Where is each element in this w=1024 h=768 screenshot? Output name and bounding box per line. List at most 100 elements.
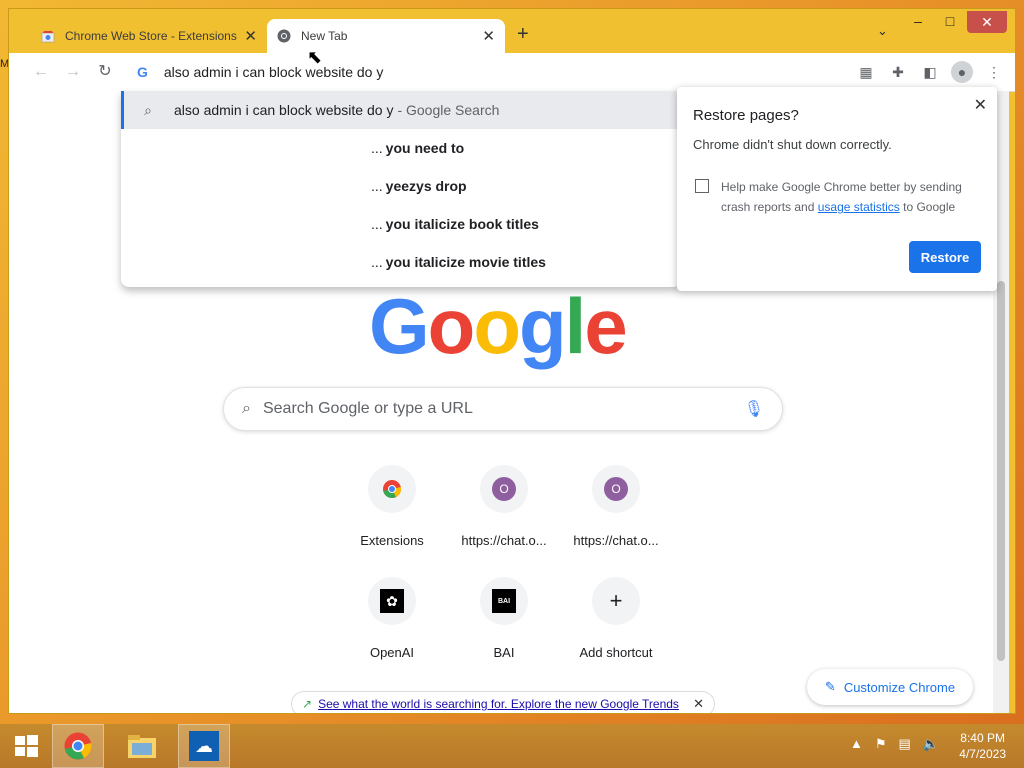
address-bar-input[interactable]: also admin i can block website do y xyxy=(164,64,383,80)
dialog-message: Chrome didn't shut down correctly. xyxy=(693,137,892,152)
logo-letter: o xyxy=(427,282,476,370)
close-window-button[interactable]: ✕ xyxy=(967,11,1007,33)
suggestion-prefix: ... xyxy=(371,140,383,156)
trends-link[interactable]: See what the world is searching for. Exp… xyxy=(318,697,683,711)
tab-chrome-web-store[interactable]: Chrome Web Store - Extensions ✕ xyxy=(31,19,267,53)
toolbar-actions: ▦ ✚ ◧ ● ⋮ xyxy=(855,61,1005,83)
more-menu-icon[interactable]: ⋮ xyxy=(983,61,1005,83)
trend-icon: ↗ xyxy=(302,697,313,711)
customize-label: Customize Chrome xyxy=(843,679,956,695)
folder-icon xyxy=(128,735,156,758)
scrollbar-thumb[interactable] xyxy=(997,281,1005,661)
logo-letter: G xyxy=(369,282,430,370)
add-shortcut-button[interactable]: + Add shortcut xyxy=(560,577,672,660)
chevron-down-icon[interactable]: ⌄ xyxy=(877,23,888,39)
profile-avatar-icon[interactable]: ● xyxy=(951,61,973,83)
tab-strip: Chrome Web Store - Extensions ✕ New Tab … xyxy=(9,9,1015,53)
reload-button[interactable]: ↻ xyxy=(95,62,115,82)
close-tab-icon[interactable]: ✕ xyxy=(244,27,257,45)
minimize-button[interactable]: – xyxy=(903,13,933,29)
search-icon: ⌕ xyxy=(144,101,152,118)
logo-letter: e xyxy=(584,282,627,370)
clock[interactable]: 8:40 PM 4/7/2023 xyxy=(959,730,1006,762)
side-panel-icon[interactable]: ◧ xyxy=(919,61,941,83)
cloud-icon: ☁ xyxy=(189,731,219,761)
suggestion-item[interactable]: ... you italicize book titles xyxy=(121,205,681,243)
chrome-web-store-icon xyxy=(41,31,55,43)
close-tab-icon[interactable]: ✕ xyxy=(482,27,495,45)
google-logo: Google xyxy=(369,281,628,372)
shortcut-chat-2[interactable]: O https://chat.o... xyxy=(560,465,672,548)
address-bar[interactable]: G also admin i can block website do y xyxy=(121,53,841,91)
tab-new-tab[interactable]: New Tab ✕ xyxy=(267,19,505,53)
plus-icon: + xyxy=(592,577,640,625)
usage-statistics-link[interactable]: usage statistics xyxy=(818,200,900,214)
flag-icon[interactable]: ⚑ xyxy=(875,736,887,752)
logo-letter: g xyxy=(518,282,567,370)
suggestion-item[interactable]: ... yeezys drop xyxy=(121,167,681,205)
maximize-button[interactable]: □ xyxy=(935,13,965,29)
close-icon[interactable]: ✕ xyxy=(693,696,704,712)
clock-time: 8:40 PM xyxy=(960,731,1005,745)
google-icon: G xyxy=(137,64,148,80)
openai-icon: ✿ xyxy=(368,577,416,625)
taskbar-chrome[interactable] xyxy=(52,724,104,768)
suggestion-item[interactable]: ... you italicize movie titles xyxy=(121,243,681,281)
taskbar: ☁ ▲ ⚑ ▤ 🔈 8:40 PM 4/7/2023 xyxy=(0,724,1024,768)
shortcut-extensions[interactable]: Extensions xyxy=(336,465,448,548)
search-box[interactable]: ⌕ Search Google or type a URL 🎙 xyxy=(223,387,783,431)
dialog-title: Restore pages? xyxy=(693,107,799,124)
suggestion-item[interactable]: ... you need to xyxy=(121,129,681,167)
chrome-icon xyxy=(64,732,92,760)
suggestion-text: you italicize book titles xyxy=(385,216,539,232)
letter-o-icon: O xyxy=(592,465,640,513)
chrome-icon xyxy=(277,29,291,43)
desktop-edge-text: M xyxy=(0,58,10,70)
logo-letter: o xyxy=(473,282,521,370)
suggestion-text: yeezys drop xyxy=(385,178,467,194)
shortcut-label: https://chat.o... xyxy=(461,533,547,548)
suggestion-search[interactable]: ⌕ also admin i can block website do y - … xyxy=(121,91,681,129)
start-button[interactable] xyxy=(0,724,52,768)
shortcut-chat-1[interactable]: O https://chat.o... xyxy=(448,465,560,548)
shortcut-bai[interactable]: BAI BAI xyxy=(448,577,560,660)
shortcut-label: OpenAI xyxy=(369,645,415,660)
shortcut-openai[interactable]: ✿ OpenAI xyxy=(336,577,448,660)
volume-icon[interactable]: 🔈 xyxy=(923,736,939,752)
trends-banner: ↗ See what the world is searching for. E… xyxy=(291,691,715,713)
checkbox-text-end: to Google xyxy=(903,200,956,214)
suggestion-query: also admin i can block website do y xyxy=(174,102,394,118)
windows-icon xyxy=(15,735,38,757)
suggestion-prefix: ... xyxy=(371,216,383,232)
mouse-cursor-icon: ⬉ xyxy=(307,47,323,67)
logo-letter: l xyxy=(564,282,587,370)
tab-title: New Tab xyxy=(301,29,348,43)
back-button[interactable]: ← xyxy=(31,62,51,82)
store-icon[interactable]: ▦ xyxy=(855,61,877,83)
taskbar-file-explorer[interactable] xyxy=(116,724,168,768)
new-tab-button[interactable]: + xyxy=(517,23,529,46)
search-icon: ⌕ xyxy=(242,400,251,417)
taskbar-onedrive[interactable]: ☁ xyxy=(178,724,230,768)
omnibox-suggestions: ⌕ also admin i can block website do y - … xyxy=(121,91,681,287)
network-icon[interactable]: ▤ xyxy=(899,736,911,752)
system-tray: ▲ ⚑ ▤ 🔈 xyxy=(850,736,939,752)
suggestion-prefix: ... xyxy=(371,254,383,270)
chrome-icon xyxy=(368,465,416,513)
crash-report-checkbox[interactable] xyxy=(695,179,709,193)
chrome-window: Chrome Web Store - Extensions ✕ New Tab … xyxy=(8,8,1016,714)
puzzle-icon[interactable]: ✚ xyxy=(887,61,909,83)
suggestion-text: you italicize movie titles xyxy=(385,254,546,270)
customize-chrome-button[interactable]: ✎ Customize Chrome xyxy=(807,669,973,705)
shortcut-label: BAI xyxy=(493,645,515,660)
chevron-up-icon[interactable]: ▲ xyxy=(850,736,863,752)
forward-button[interactable]: → xyxy=(63,62,83,82)
tab-title: Chrome Web Store - Extensions xyxy=(65,29,237,43)
suggestion-suffix: - Google Search xyxy=(397,102,500,118)
close-icon[interactable]: ✕ xyxy=(974,95,987,115)
shortcut-label: Add shortcut xyxy=(579,645,653,660)
restore-button[interactable]: Restore xyxy=(909,241,981,273)
clock-date: 4/7/2023 xyxy=(959,747,1006,761)
microphone-icon[interactable]: 🎙 xyxy=(744,399,764,419)
shortcut-label: https://chat.o... xyxy=(573,533,659,548)
